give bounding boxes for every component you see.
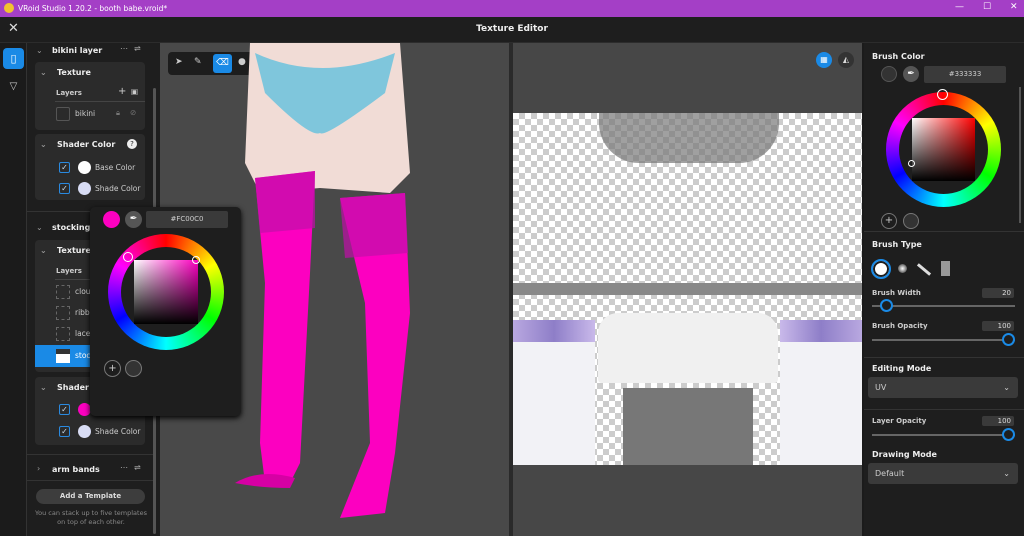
settings-sliders-icon[interactable]: ⇌ [134, 44, 141, 53]
texture-card: ⌄ Texture Layers + ▣ bikini 🔒︎ ⊘ [35, 62, 145, 130]
brush-width-slider[interactable] [872, 305, 1015, 307]
chevron-down-icon: ⌄ [1003, 469, 1010, 478]
soft-brush-icon[interactable] [898, 264, 907, 273]
color-handle[interactable] [908, 160, 915, 167]
color-handle[interactable] [192, 256, 200, 264]
brush-type-heading: Brush Type [872, 240, 922, 249]
layer-item[interactable]: bikini 🔒︎ ⊘ [35, 103, 145, 125]
layers-label: Layers [56, 89, 82, 97]
shade-color-swatch[interactable] [78, 425, 91, 438]
base-color-swatch[interactable] [78, 161, 91, 174]
app-logo-icon [4, 3, 14, 13]
brush-color-swatch [881, 66, 897, 82]
hard-brush-icon[interactable] [871, 259, 891, 279]
settings-sliders-icon[interactable]: ⇌ [134, 463, 141, 472]
window-titlebar: VRoid Studio 1.20.2 - booth babe.vroid* … [0, 0, 1024, 17]
hue-handle[interactable] [123, 252, 133, 262]
close-window-button[interactable]: ✕ [1010, 2, 1018, 12]
layer-thumbnail [56, 107, 70, 121]
brush-hue-wheel[interactable] [886, 92, 1001, 207]
add-swatch-button[interactable]: + [104, 360, 121, 377]
bottom-clothing-icon[interactable]: ▽ [3, 76, 24, 97]
saturation-value-square[interactable] [134, 260, 198, 324]
page-title: Texture Editor [476, 24, 548, 34]
base-color-checkbox[interactable]: ✓ [59, 404, 70, 415]
panel-scrollbar[interactable] [1019, 87, 1021, 223]
mirror-icon[interactable]: ◭ [838, 52, 854, 68]
layer-opacity-knob[interactable] [1002, 428, 1015, 441]
maximize-button[interactable]: ☐ [983, 2, 991, 12]
grid-view-icon[interactable]: ▦ [816, 52, 832, 68]
import-image-icon[interactable]: ▣ [131, 87, 138, 96]
brush-width-input[interactable]: 20 [982, 288, 1014, 298]
saved-swatch[interactable] [125, 360, 142, 377]
brush-opacity-knob[interactable] [1002, 333, 1015, 346]
shader-color-heading: Shader Color [57, 140, 116, 149]
drawing-mode-select[interactable]: Default ⌄ [868, 463, 1018, 484]
shade-color-checkbox[interactable]: ✓ [59, 426, 70, 437]
chevron-down-icon[interactable]: ⌄ [36, 46, 43, 55]
lock-icon[interactable]: 🔒︎ [116, 108, 120, 118]
brush-width-label: Brush Width [872, 289, 921, 297]
brush-sv-square[interactable] [912, 118, 975, 181]
editing-mode-select[interactable]: UV ⌄ [868, 377, 1018, 398]
line-brush-icon[interactable] [916, 263, 932, 276]
eyedropper-icon[interactable]: ✒ [903, 66, 919, 82]
layer-opacity-slider[interactable] [872, 434, 1015, 436]
chevron-down-icon: ⌄ [1003, 383, 1010, 392]
shade-color-checkbox[interactable]: ✓ [59, 183, 70, 194]
shader-color-card: ⌄ Shader Color ? ✓ Base Color ✓ Shade Co… [35, 134, 145, 200]
base-color-checkbox[interactable]: ✓ [59, 162, 70, 173]
layer-opacity-input[interactable]: 100 [982, 416, 1014, 426]
more-icon[interactable]: ⋯ [120, 463, 128, 472]
window-title: VRoid Studio 1.20.2 - booth babe.vroid* [18, 4, 168, 13]
brush-opacity-input[interactable]: 100 [982, 321, 1014, 331]
help-icon[interactable]: ? [127, 139, 137, 149]
eyedropper-icon[interactable]: ✒ [125, 211, 142, 228]
color-picker-popup: ✒ #FC00C0 + [90, 207, 241, 416]
brush-hex-input[interactable]: #333333 [924, 66, 1006, 83]
brush-color-heading: Brush Color [872, 52, 925, 61]
saved-swatch[interactable] [903, 213, 919, 229]
uv-canvas[interactable]: ▦ ◭ [513, 43, 862, 536]
editing-mode-heading: Editing Mode [872, 364, 932, 373]
hint-text: You can stack up to five templates on to… [35, 509, 147, 526]
brush-settings-panel: Brush Color ✒ #333333 + Brush Type Brush… [864, 43, 1024, 536]
editor-header: ✕ Texture Editor [0, 17, 1024, 43]
current-color-swatch [103, 211, 120, 228]
add-swatch-button[interactable]: + [881, 213, 897, 229]
hue-handle[interactable] [937, 89, 948, 100]
add-template-button[interactable]: Add a Template [36, 489, 145, 504]
texture-heading: Texture [57, 246, 91, 255]
layer-name: bikini [75, 109, 96, 118]
shade-color-label: Shade Color [95, 184, 141, 193]
shade-color-label: Shade Color [95, 427, 141, 436]
hex-input[interactable]: #FC00C0 [146, 211, 228, 228]
base-color-label: Base Color [95, 163, 136, 172]
brush-opacity-label: Brush Opacity [872, 322, 928, 330]
eye-off-icon[interactable]: ⊘ [130, 108, 136, 117]
shade-color-swatch[interactable] [78, 182, 91, 195]
drawing-mode-heading: Drawing Mode [872, 450, 937, 459]
minimize-button[interactable]: — [955, 2, 964, 12]
group-name: bikini layer [52, 46, 103, 55]
texture-brush-icon[interactable] [941, 261, 950, 276]
chevron-right-icon[interactable]: › [37, 464, 40, 473]
add-layer-icon[interactable]: + [118, 86, 126, 97]
brush-width-knob[interactable] [880, 299, 893, 312]
layers-label: Layers [56, 267, 82, 275]
brush-opacity-slider[interactable] [872, 339, 1015, 341]
texture-heading: Texture [57, 68, 91, 77]
layer-opacity-label: Layer Opacity [872, 417, 927, 425]
top-clothing-icon[interactable]: ▯ [3, 48, 24, 69]
icon-rail: ▯ ▽ [0, 43, 27, 536]
group-name: arm bands [52, 465, 100, 474]
more-icon[interactable]: ⋯ [120, 44, 128, 53]
